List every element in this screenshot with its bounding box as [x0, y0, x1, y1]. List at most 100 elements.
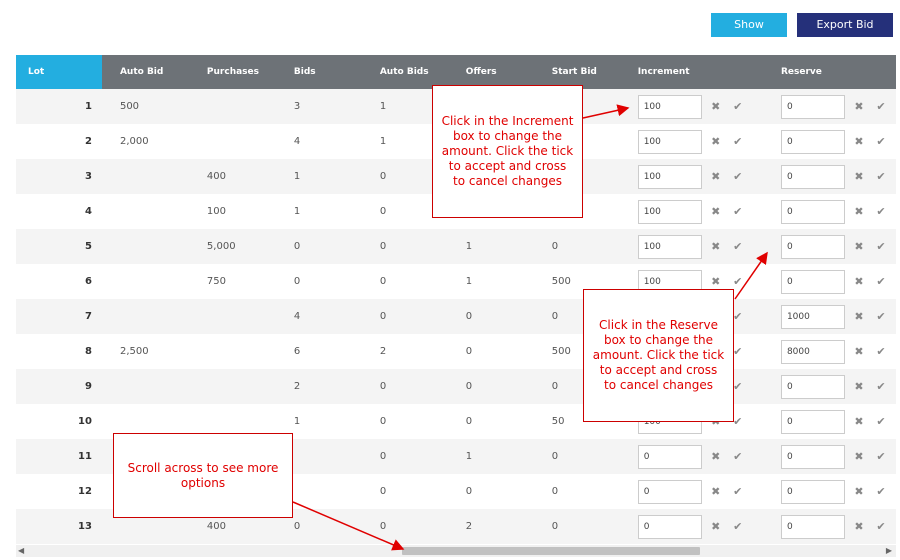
increment-cell: ✖✔ — [620, 474, 763, 509]
increment-input[interactable] — [637, 479, 702, 504]
increment-input[interactable] — [637, 514, 702, 539]
close-icon[interactable]: ✖ — [710, 450, 722, 463]
reserve-input[interactable] — [780, 444, 845, 469]
close-icon[interactable]: ✖ — [853, 450, 865, 463]
reserve-cell: ✖✔ — [763, 369, 896, 404]
purchases-cell — [189, 369, 276, 404]
increment-cell: ✖✔ — [620, 509, 763, 544]
reserve-input[interactable] — [780, 339, 845, 364]
reserve-editor: ✖✔ — [780, 409, 896, 434]
reserve-input[interactable] — [780, 94, 845, 119]
column-header-bids[interactable]: Bids — [276, 55, 362, 89]
checkmark-icon[interactable]: ✔ — [875, 275, 887, 288]
column-header-auto-bids[interactable]: Auto Bids — [362, 55, 448, 89]
show-filters-button[interactable]: Show Filters — [711, 13, 787, 55]
close-icon[interactable]: ✖ — [853, 485, 865, 498]
increment-input[interactable] — [637, 164, 702, 189]
close-icon[interactable]: ✖ — [853, 170, 865, 183]
close-icon[interactable]: ✖ — [710, 205, 722, 218]
purchases-cell: 100 — [206, 206, 227, 217]
column-header-purchases[interactable]: Purchases — [189, 55, 276, 89]
increment-input[interactable] — [637, 234, 702, 259]
column-header-start-bid[interactable]: Start Bid — [534, 55, 620, 89]
offers-cell: 0 — [465, 486, 473, 497]
checkmark-icon[interactable]: ✔ — [732, 100, 744, 113]
column-header-offers[interactable]: Offers — [448, 55, 534, 89]
close-icon[interactable]: ✖ — [853, 345, 865, 358]
reserve-input[interactable] — [780, 304, 845, 329]
arrow-left-icon[interactable]: ◀ — [18, 545, 24, 557]
checkmark-icon[interactable]: ✔ — [875, 170, 887, 183]
start-bid-cell: 0 — [551, 241, 559, 252]
checkmark-icon[interactable]: ✔ — [875, 310, 887, 323]
increment-input[interactable] — [637, 129, 702, 154]
close-icon[interactable]: ✖ — [853, 100, 865, 113]
checkmark-icon[interactable]: ✔ — [875, 380, 887, 393]
close-icon[interactable]: ✖ — [853, 275, 865, 288]
reserve-editor: ✖✔ — [780, 234, 896, 259]
checkmark-icon[interactable]: ✔ — [732, 485, 744, 498]
checkmark-icon[interactable]: ✔ — [875, 205, 887, 218]
column-header-increment[interactable]: Increment — [620, 55, 763, 89]
checkmark-icon[interactable]: ✔ — [732, 205, 744, 218]
checkmark-icon[interactable]: ✔ — [875, 520, 887, 533]
reserve-input[interactable] — [780, 164, 845, 189]
checkmark-icon[interactable]: ✔ — [875, 240, 887, 253]
close-icon[interactable]: ✖ — [710, 100, 722, 113]
checkmark-icon[interactable]: ✔ — [875, 345, 887, 358]
increment-input[interactable] — [637, 94, 702, 119]
close-icon[interactable]: ✖ — [853, 135, 865, 148]
reserve-input[interactable] — [780, 374, 845, 399]
checkmark-icon[interactable]: ✔ — [732, 135, 744, 148]
reserve-input[interactable] — [780, 409, 845, 434]
reserve-cell: ✖✔ — [763, 194, 896, 229]
checkmark-icon[interactable]: ✔ — [875, 415, 887, 428]
purchases-cell — [189, 89, 276, 124]
reserve-input[interactable] — [780, 234, 845, 259]
close-icon[interactable]: ✖ — [710, 520, 722, 533]
close-icon[interactable]: ✖ — [710, 275, 722, 288]
close-icon[interactable]: ✖ — [853, 205, 865, 218]
column-header-auto-bid[interactable]: Auto Bid — [102, 55, 189, 89]
reserve-input[interactable] — [780, 514, 845, 539]
close-icon[interactable]: ✖ — [710, 135, 722, 148]
checkmark-icon[interactable]: ✔ — [875, 135, 887, 148]
close-icon[interactable]: ✖ — [853, 380, 865, 393]
checkmark-icon[interactable]: ✔ — [732, 450, 744, 463]
reserve-input[interactable] — [780, 479, 845, 504]
increment-cell: ✖✔ — [620, 124, 763, 159]
close-icon[interactable]: ✖ — [710, 170, 722, 183]
export-bid-table-button[interactable]: Export Bid Table — [797, 13, 893, 55]
start-bid-cell: 0 — [551, 486, 559, 497]
increment-input[interactable] — [637, 444, 702, 469]
toolbar: Show Filters Export Bid Table — [0, 0, 900, 55]
increment-cell: ✖✔ — [620, 194, 763, 229]
scrollbar-thumb[interactable] — [402, 547, 700, 555]
close-icon[interactable]: ✖ — [853, 310, 865, 323]
close-icon[interactable]: ✖ — [710, 240, 722, 253]
checkmark-icon[interactable]: ✔ — [732, 275, 744, 288]
auto-bid-cell — [102, 159, 189, 194]
checkmark-icon[interactable]: ✔ — [875, 450, 887, 463]
checkmark-icon[interactable]: ✔ — [732, 240, 744, 253]
reserve-input[interactable] — [780, 269, 845, 294]
increment-input[interactable] — [637, 199, 702, 224]
auto-bids-cell: 2 — [379, 346, 387, 357]
lot-cell: 8 — [84, 346, 92, 357]
checkmark-icon[interactable]: ✔ — [875, 485, 887, 498]
increment-editor: ✖✔ — [637, 94, 763, 119]
arrow-right-icon[interactable]: ▶ — [886, 545, 892, 557]
column-header-reserve[interactable]: Reserve — [763, 55, 896, 89]
close-icon[interactable]: ✖ — [853, 240, 865, 253]
close-icon[interactable]: ✖ — [710, 485, 722, 498]
reserve-input[interactable] — [780, 129, 845, 154]
reserve-input[interactable] — [780, 199, 845, 224]
horizontal-scrollbar[interactable]: ◀ ▶ — [16, 545, 896, 557]
checkmark-icon[interactable]: ✔ — [732, 520, 744, 533]
auto-bid-cell — [102, 229, 189, 264]
column-header-lot[interactable]: Lot — [16, 55, 102, 89]
checkmark-icon[interactable]: ✔ — [732, 170, 744, 183]
close-icon[interactable]: ✖ — [853, 520, 865, 533]
close-icon[interactable]: ✖ — [853, 415, 865, 428]
checkmark-icon[interactable]: ✔ — [875, 100, 887, 113]
